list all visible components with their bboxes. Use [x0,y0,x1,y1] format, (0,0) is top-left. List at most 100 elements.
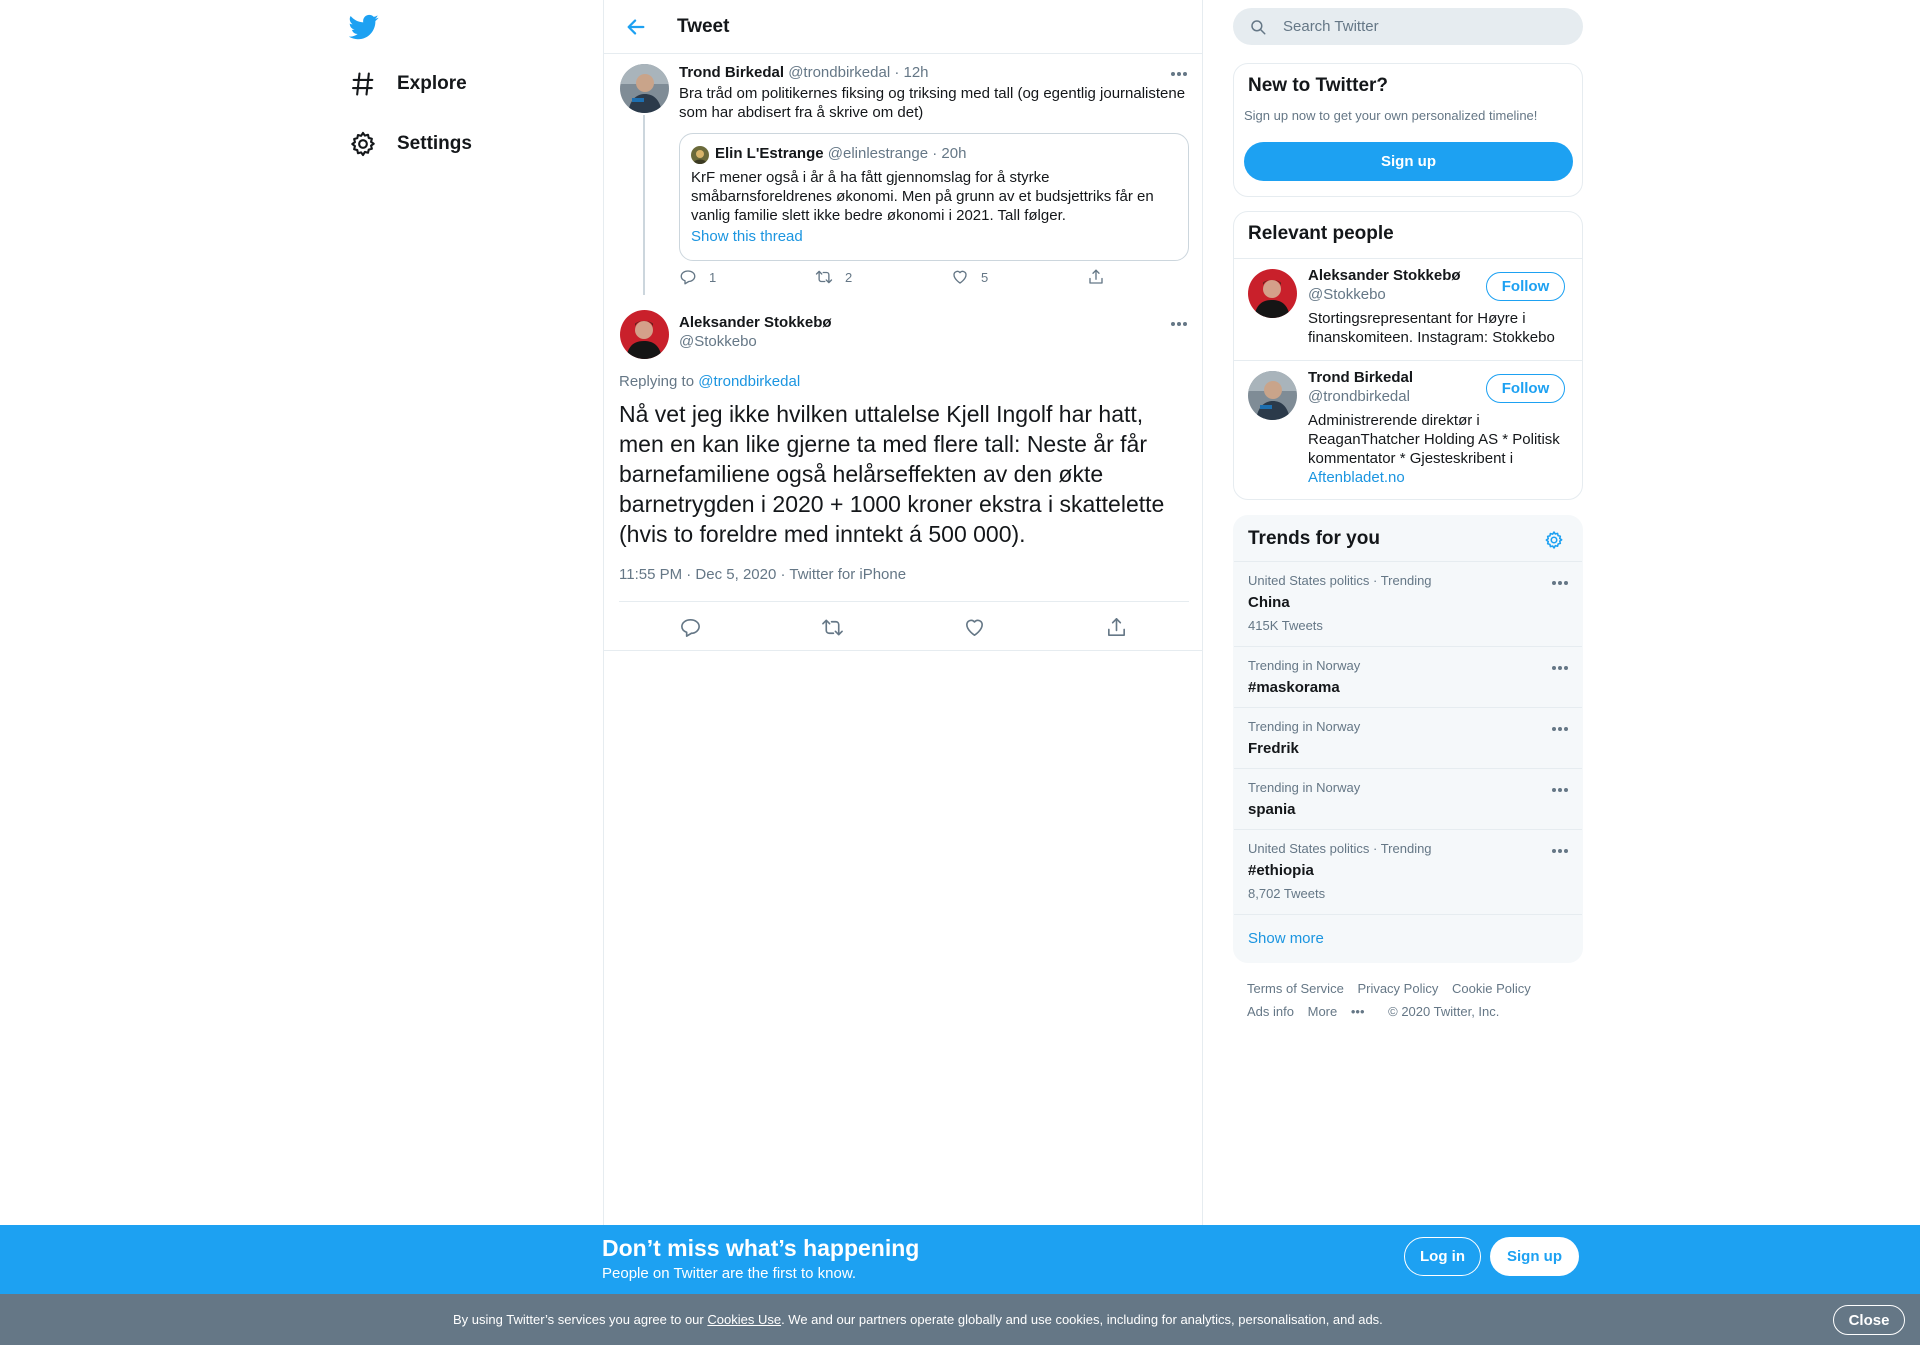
show-more-row[interactable]: Show more [1234,914,1582,962]
relevant-people-card: Relevant people Aleksander Stokkebø @Sto… [1233,211,1583,500]
person-bio: Stortingsrepresentant for Høyre i finans… [1308,310,1555,346]
main-tweet-actions [604,616,1202,640]
retweet-icon[interactable] [821,616,844,639]
parent-tweet[interactable]: Trond Birkedal @trondbirkedal · 12h Bra … [604,54,1202,298]
more-options-icon[interactable] [1550,664,1570,672]
show-more-link[interactable]: Show more [1248,930,1324,947]
reply-icon [680,270,696,285]
signup-button[interactable]: Sign up [1490,1237,1579,1276]
copyright: © 2020 Twitter, Inc. [1388,1004,1500,1019]
cookie-bar: By using Twitter’s services you agree to… [0,1294,1920,1345]
nav-settings[interactable]: Settings [349,122,472,166]
trends-card: Trends for you United States politics · … [1233,515,1583,963]
privacy-link[interactable]: Privacy Policy [1357,981,1438,996]
replying-to-link[interactable]: @trondbirkedal [698,373,800,390]
cookie-suffix: . We and our partners operate globally a… [781,1312,1383,1327]
trend-name: #ethiopia [1248,862,1314,879]
author-name[interactable]: Trond Birkedal [679,64,784,81]
person-name[interactable]: Aleksander Stokkebø [1308,267,1461,284]
login-button[interactable]: Log in [1404,1237,1481,1276]
trend-name: Fredrik [1248,740,1299,757]
ads-info-link[interactable]: Ads info [1247,1004,1294,1019]
author-handle[interactable]: @trondbirkedal [788,64,890,81]
card-title: Relevant people [1248,223,1394,244]
search-input[interactable] [1283,18,1563,35]
person-name[interactable]: Trond Birkedal [1308,369,1413,386]
person-handle[interactable]: @trondbirkedal [1308,388,1410,405]
quoted-author-name: Elin L'Estrange [715,145,824,162]
avatar-trond[interactable] [1248,371,1297,420]
follow-button[interactable]: Follow [1486,272,1565,301]
more-options-icon[interactable] [1550,786,1570,794]
avatar-aleksander[interactable] [620,310,669,359]
cookie-link[interactable]: Cookie Policy [1452,981,1531,996]
signup-button[interactable]: Sign up [1244,142,1573,181]
person-bio-link[interactable]: Aftenbladet.no [1308,469,1405,486]
trend-context: United States politics · Trending [1248,573,1432,588]
avatar-elin [691,146,709,164]
tweet-time[interactable]: · 12h [894,64,928,81]
author-handle[interactable]: @Stokkebo [679,333,757,350]
more-options-icon[interactable] [1550,725,1570,733]
nav-settings-label: Settings [397,133,472,154]
tweet-text: Nå vet jeg ikke hvilken uttalelse Kjell … [619,401,1165,547]
more-options-icon[interactable] [1169,70,1189,78]
more-label: More [1307,1004,1338,1019]
search-bar[interactable] [1233,8,1583,45]
reply-button[interactable]: 1 [679,268,716,286]
avatar-trond[interactable] [620,64,669,113]
more-options-icon[interactable] [1169,320,1189,328]
more-dots-icon: ••• [1350,1004,1365,1019]
retweet-button[interactable]: 2 [815,268,852,286]
person-aleksander[interactable]: Aleksander Stokkebø @Stokkebo Follow Sto… [1234,258,1582,360]
share-icon[interactable] [1105,616,1128,639]
gear-icon[interactable] [1544,530,1564,550]
trend-item[interactable]: Trending in Norway Fredrik [1234,707,1582,768]
person-bio: Administrerende direktør i ReaganThatche… [1308,411,1573,487]
reply-icon[interactable] [679,616,702,639]
more-link[interactable]: More ••• [1308,1004,1375,1019]
avatar-aleksander[interactable] [1248,269,1297,318]
trend-context: Trending in Norway [1248,719,1361,734]
trend-context: United States politics · Trending [1248,841,1432,856]
footer-links: Terms of Service Privacy Policy Cookie P… [1247,977,1577,1023]
person-trond[interactable]: Trond Birkedal @trondbirkedal Follow Adm… [1234,360,1582,499]
replying-to: Replying to @trondbirkedal [619,373,800,390]
quoted-tweet-time: · 20h [932,145,967,162]
person-bio-text: Administrerende direktør i ReaganThatche… [1308,412,1560,467]
share-button[interactable] [1087,268,1117,286]
more-options-icon[interactable] [1550,847,1570,855]
author-name[interactable]: Aleksander Stokkebø [679,314,832,331]
quoted-tweet[interactable]: Elin L'Estrange @elinlestrange · 20h KrF… [679,133,1189,261]
nav-explore[interactable]: Explore [349,62,467,106]
trend-item[interactable]: United States politics · Trending China … [1234,561,1582,646]
heart-icon[interactable] [963,616,986,639]
retweet-count: 2 [845,269,853,285]
retweet-icon [815,270,833,284]
trend-name: #maskorama [1248,679,1340,696]
person-handle[interactable]: @Stokkebo [1308,286,1386,303]
nav-explore-label: Explore [397,73,467,94]
trend-context: Trending in Norway [1248,780,1361,795]
tweet-meta[interactable]: 11:55 PM · Dec 5, 2020 · Twitter for iPh… [619,566,906,583]
back-arrow-icon[interactable] [625,16,647,38]
terms-link[interactable]: Terms of Service [1247,981,1344,996]
signup-banner: Don’t miss what’s happening People on Tw… [0,1225,1920,1294]
quoted-tweet-text: KrF mener også i år å ha fått gjennomsla… [691,169,1154,224]
trend-item[interactable]: United States politics · Trending #ethio… [1234,829,1582,914]
like-button[interactable]: 5 [951,268,988,286]
close-button[interactable]: Close [1833,1305,1905,1335]
show-thread-link[interactable]: Show this thread [691,228,803,245]
more-options-icon[interactable] [1550,579,1570,587]
twitter-bird-icon[interactable] [349,12,379,42]
trend-item[interactable]: Trending in Norway spania [1234,768,1582,829]
trend-item[interactable]: Trending in Norway #maskorama [1234,646,1582,707]
cookie-text: By using Twitter’s services you agree to… [453,1312,1383,1327]
cookies-use-link[interactable]: Cookies Use [707,1312,781,1327]
card-title: Trends for you [1248,528,1380,549]
search-icon [1251,19,1266,34]
main-column: Tweet Trond Birkedal @trondbirkedal · 12… [603,0,1203,1345]
follow-button[interactable]: Follow [1486,374,1565,403]
divider [604,650,1202,651]
trend-context: Trending in Norway [1248,658,1361,673]
